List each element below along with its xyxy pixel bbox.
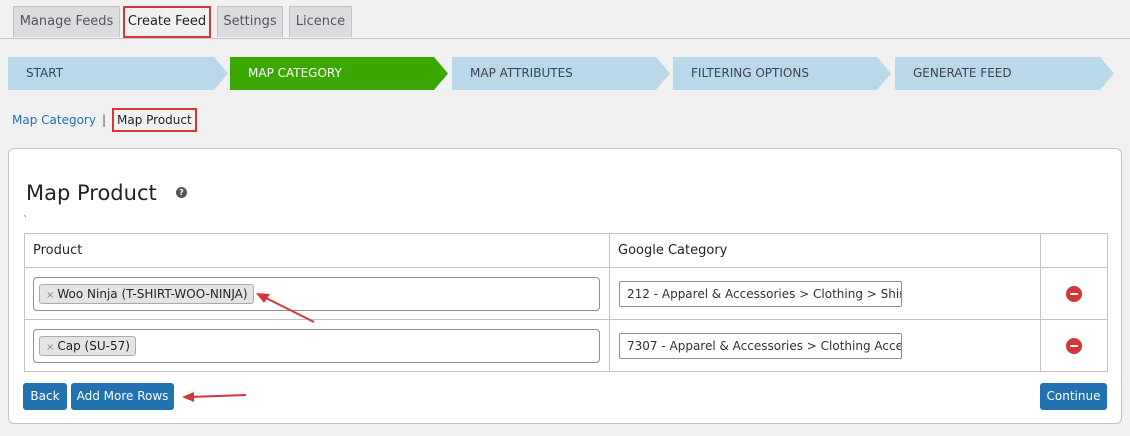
step-filtering-options[interactable]: FILTERING OPTIONS: [673, 57, 891, 90]
product-select[interactable]: × Woo Ninja (T-SHIRT-WOO-NINJA): [33, 276, 600, 311]
column-header-actions: [1040, 233, 1108, 268]
stray-mark: `: [23, 215, 28, 226]
breadcrumb-map-category-link[interactable]: Map Category: [12, 113, 96, 127]
step-generate-feed[interactable]: GENERATE FEED: [895, 57, 1114, 90]
product-chip-label: Woo Ninja (T-SHIRT-WOO-NINJA): [57, 286, 248, 301]
continue-button[interactable]: Continue: [1040, 383, 1107, 410]
chip-remove-icon[interactable]: ×: [46, 290, 54, 301]
remove-row-icon[interactable]: [1066, 337, 1082, 354]
step-map-attributes[interactable]: MAP ATTRIBUTES: [452, 57, 670, 90]
nav-tab-bar: Manage Feeds Create Feed Settings Licenc…: [0, 0, 1130, 39]
help-icon[interactable]: ?: [176, 187, 187, 198]
chip-remove-icon[interactable]: ×: [46, 342, 54, 353]
tab-create-feed[interactable]: Create Feed: [123, 6, 211, 38]
table-row: × Woo Ninja (T-SHIRT-WOO-NINJA) 212 - App…: [24, 267, 1108, 320]
map-product-panel: Map Product ? ` Product Google Category …: [8, 148, 1122, 424]
tab-manage-feeds[interactable]: Manage Feeds: [13, 6, 120, 37]
page-title: Map Product: [26, 181, 157, 205]
breadcrumb: Map Category | Map Product: [12, 108, 197, 134]
column-header-google-category: Google Category: [609, 233, 1041, 268]
table-row: × Cap (SU-57) 7307 - Apparel & Accessorie…: [24, 319, 1108, 372]
google-category-input[interactable]: 212 - Apparel & Accessories > Clothing >…: [619, 280, 902, 307]
product-chip: × Woo Ninja (T-SHIRT-WOO-NINJA): [39, 283, 254, 304]
tab-settings[interactable]: Settings: [217, 6, 283, 37]
breadcrumb-current: Map Product: [112, 108, 197, 132]
tab-licence[interactable]: Licence: [289, 6, 352, 37]
add-more-rows-button[interactable]: Add More Rows: [71, 383, 174, 410]
remove-row-icon[interactable]: [1066, 285, 1082, 302]
product-chip: × Cap (SU-57): [39, 335, 136, 356]
breadcrumb-separator: |: [101, 113, 106, 127]
table-header-row: Product Google Category: [24, 233, 1108, 268]
google-category-input[interactable]: 7307 - Apparel & Accessories > Clothing …: [619, 332, 902, 359]
back-button[interactable]: Back: [23, 383, 67, 410]
step-map-category[interactable]: MAP CATEGORY: [230, 57, 448, 90]
column-header-product: Product: [24, 233, 610, 268]
step-start[interactable]: START: [8, 57, 228, 90]
product-select[interactable]: × Cap (SU-57): [33, 328, 600, 363]
wizard-steps: START MAP CATEGORY MAP ATTRIBUTES FILTER…: [8, 57, 1118, 90]
product-mapping-table: Product Google Category × Woo Ninja (T-SH…: [24, 233, 1108, 372]
product-chip-label: Cap (SU-57): [57, 338, 130, 353]
